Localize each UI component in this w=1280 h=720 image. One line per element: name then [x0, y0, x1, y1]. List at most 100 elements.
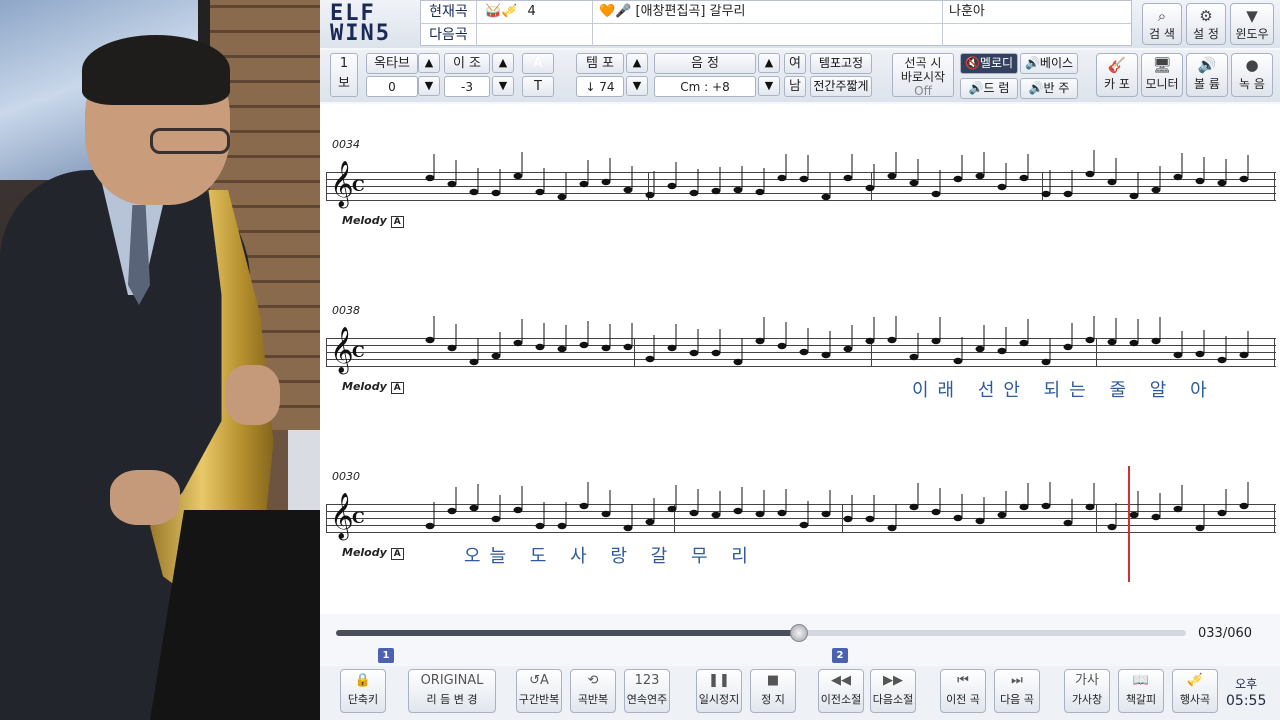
- instant-start-button[interactable]: 선곡 시 바로시작 Off: [892, 53, 954, 98]
- transpose-up-button[interactable]: ▲: [492, 53, 514, 73]
- score-page-button[interactable]: 1 보: [330, 53, 358, 97]
- prelude-short-button[interactable]: 전간주짧게: [810, 76, 872, 97]
- repeat-icon: ⟲: [587, 673, 599, 688]
- progress-bar[interactable]: [336, 624, 1186, 642]
- progress-handle[interactable]: [790, 624, 809, 642]
- note-head: [931, 508, 941, 516]
- octave-down-button[interactable]: ▼: [418, 76, 440, 96]
- note-head: [1151, 186, 1161, 194]
- song-repeat-button[interactable]: ⟲ 곡반복: [570, 669, 616, 713]
- note-head: [865, 337, 875, 345]
- current-song-title: 🧡🎤 [애창편집곡] 갈무리: [593, 1, 943, 23]
- note-head: [689, 349, 699, 357]
- note-head: [1195, 350, 1205, 358]
- note-head: [821, 193, 831, 201]
- note-head: [579, 180, 589, 188]
- bottom-toolbar: 🔒 단축키 ORIGINAL 리 듬 변 경 ↺A 구간반복 ⟲ 곡반복 123 연속연주…: [320, 666, 1280, 720]
- melody-mute-button[interactable]: 🔇멜로디: [960, 53, 1018, 74]
- note-head: [1195, 177, 1205, 185]
- event-song-button[interactable]: 🎺 행사곡: [1172, 669, 1218, 713]
- capo-button[interactable]: 🎸 카 포: [1096, 53, 1138, 97]
- note-head: [557, 345, 567, 353]
- shortcut-button[interactable]: 🔒 단축키: [340, 669, 386, 713]
- note-head: [777, 342, 787, 350]
- note-head: [865, 515, 875, 523]
- note-head: [953, 175, 963, 183]
- note-head: [1063, 519, 1073, 527]
- octave-up-button[interactable]: ▲: [418, 53, 440, 73]
- instant-start-line2: 바로시작: [900, 70, 946, 84]
- tempo-up-button[interactable]: ▲: [626, 53, 648, 73]
- laptop: [288, 430, 320, 510]
- title-icons: 🧡🎤: [599, 4, 632, 19]
- event-song-label: 행사곡: [1179, 693, 1211, 706]
- a-toggle[interactable]: A: [522, 53, 554, 74]
- note-head: [1129, 339, 1139, 347]
- search-label: 검 색: [1149, 27, 1175, 41]
- key-up-button[interactable]: ▲: [758, 53, 780, 73]
- search-icon: ⌕: [1157, 7, 1167, 25]
- note-head: [887, 336, 897, 344]
- transpose-down-button[interactable]: ▼: [492, 76, 514, 96]
- note-head: [513, 339, 523, 347]
- male-key-button[interactable]: 남: [784, 76, 806, 97]
- singer-name: 나훈아: [949, 4, 985, 19]
- note-head: [667, 182, 677, 190]
- record-label: 녹 음: [1239, 77, 1265, 91]
- note-head: [975, 517, 985, 525]
- key-down-button[interactable]: ▼: [758, 76, 780, 96]
- bookmark-button[interactable]: 📖 책갈피: [1118, 669, 1164, 713]
- marker-2[interactable]: 2: [832, 648, 848, 663]
- next-song-title: [593, 24, 943, 46]
- prev-measure-button[interactable]: ◀◀ 이전소절: [818, 669, 864, 713]
- note-head: [997, 511, 1007, 519]
- pause-icon: ❚❚: [708, 673, 730, 688]
- pause-button[interactable]: ❚❚ 일시정지: [696, 669, 742, 713]
- note-head: [843, 174, 853, 182]
- volume-button[interactable]: 🔊 볼 륨: [1186, 53, 1228, 97]
- note-head: [953, 357, 963, 365]
- record-button[interactable]: ● 녹 음: [1231, 53, 1273, 97]
- note-head: [733, 358, 743, 366]
- note-head: [1019, 503, 1029, 511]
- settings-button[interactable]: ⚙ 설 정: [1186, 3, 1226, 45]
- accompaniment-button[interactable]: 🔊반 주: [1020, 78, 1078, 99]
- next-song-label: 다음 곡: [1000, 693, 1034, 706]
- performer-hand-left: [110, 470, 180, 525]
- lyrics-window-button[interactable]: 가사 가사창: [1064, 669, 1110, 713]
- note-head: [1107, 338, 1117, 346]
- chevron-down-icon: ▼: [1246, 7, 1258, 25]
- t-toggle[interactable]: T: [522, 76, 554, 97]
- section-repeat-button[interactable]: ↺A 구간반복: [516, 669, 562, 713]
- note-head: [887, 524, 897, 532]
- note-head: [1107, 523, 1117, 531]
- note-head: [953, 514, 963, 522]
- window-button[interactable]: ▼ 윈도우: [1230, 3, 1274, 45]
- note-head: [425, 174, 435, 182]
- bass-button[interactable]: 🔊베이스: [1020, 53, 1078, 74]
- stop-button[interactable]: ■ 정 지: [750, 669, 796, 713]
- note-head: [623, 186, 633, 194]
- note-head: [645, 191, 655, 199]
- performer-hand-right: [225, 365, 280, 425]
- marker-1[interactable]: 1: [378, 648, 394, 663]
- drum-button[interactable]: 🔊드 럼: [960, 78, 1018, 99]
- continuous-play-button[interactable]: 123 연속연주: [624, 669, 670, 713]
- next-measure-button[interactable]: ▶▶ 다음소절: [870, 669, 916, 713]
- transpose-value: -3: [444, 76, 490, 97]
- next-song-button[interactable]: ⏭ 다음 곡: [994, 669, 1040, 713]
- rhythm-change-button[interactable]: ORIGINAL 리 듬 변 경: [408, 669, 496, 713]
- monitor-button[interactable]: 🖥 모니터: [1141, 53, 1183, 97]
- tempo-down-button[interactable]: ▼: [626, 76, 648, 96]
- next-song-label: 다음곡: [421, 24, 477, 46]
- prev-song-button[interactable]: ⏮ 이전 곡: [940, 669, 986, 713]
- next-song-number: [479, 24, 593, 46]
- search-button[interactable]: ⌕ 검 색: [1142, 3, 1182, 45]
- female-key-button[interactable]: 여: [784, 53, 806, 74]
- note-head: [447, 507, 457, 515]
- note-head: [1019, 174, 1029, 182]
- tempo-fix-button[interactable]: 템포고정: [810, 53, 872, 74]
- note-head: [711, 187, 721, 195]
- note-head: [469, 504, 479, 512]
- note-head: [1239, 502, 1249, 510]
